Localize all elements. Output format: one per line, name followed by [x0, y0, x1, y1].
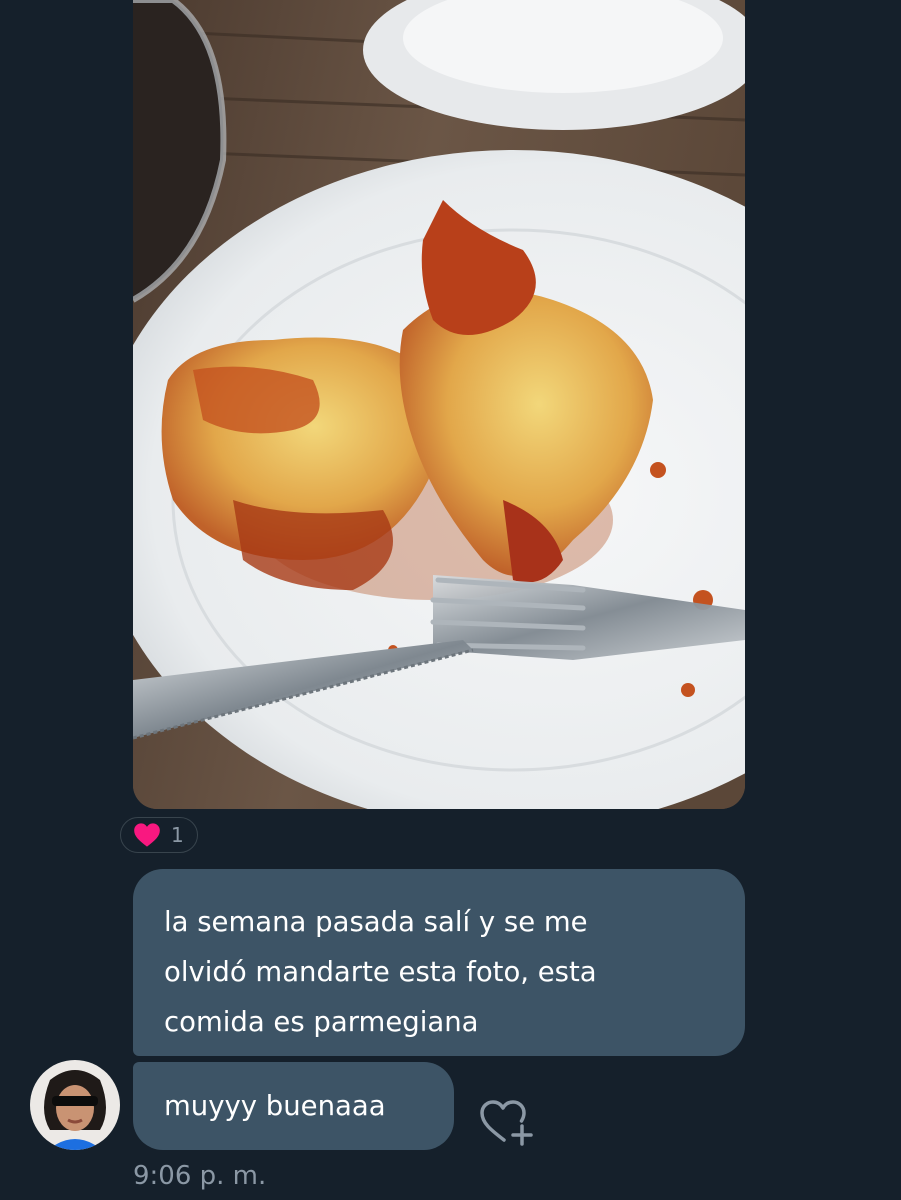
message-line: la semana pasada salí y se me — [164, 906, 588, 938]
reaction-pill[interactable]: 1 — [120, 817, 198, 853]
message-line: olvidó mandarte esta foto, esta — [164, 956, 597, 988]
message-timestamp: 9:06 p. m. — [133, 1161, 267, 1191]
message-text: muyyy buenaaa — [164, 1090, 386, 1122]
message-line: comida es parmegiana — [164, 1006, 479, 1038]
parmigiana-photo — [133, 0, 745, 809]
message-bubble[interactable]: muyyy buenaaa — [133, 1062, 454, 1150]
add-reaction-icon[interactable] — [476, 1094, 536, 1148]
heart-icon — [134, 823, 160, 847]
message-photo[interactable] — [133, 0, 745, 809]
reaction-count: 1 — [171, 823, 184, 847]
dm-conversation: 1 la semana pasada salí y se me olvidó m… — [0, 0, 901, 1200]
avatar-image — [30, 1060, 120, 1150]
avatar[interactable] — [30, 1060, 120, 1150]
message-bubble[interactable]: la semana pasada salí y se me olvidó man… — [133, 869, 745, 1056]
